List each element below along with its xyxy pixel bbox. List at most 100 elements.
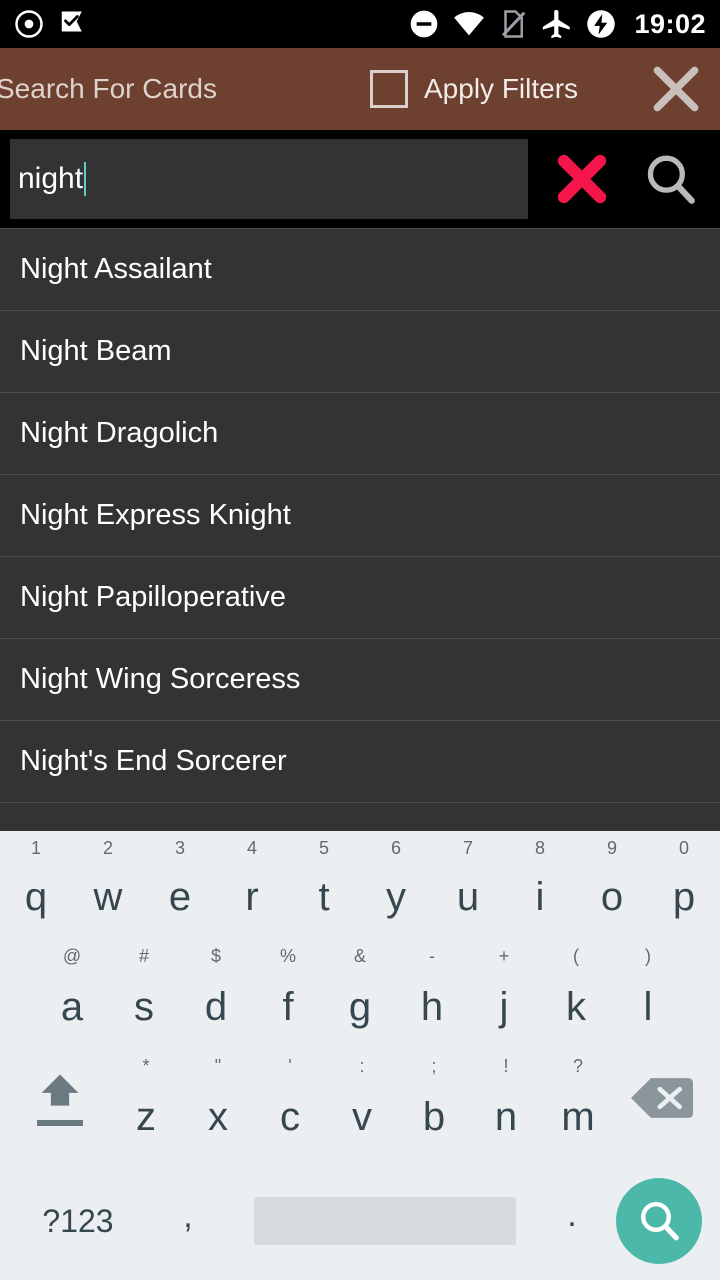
list-item[interactable]: [0, 803, 720, 831]
key-alt-label: &: [353, 946, 367, 966]
key-label: c: [280, 1095, 300, 1139]
key-c[interactable]: ' c: [254, 1049, 326, 1159]
search-icon: [640, 1201, 679, 1241]
search-suggestions-list[interactable]: Night Assailant Night Beam Night Dragoli…: [0, 228, 720, 831]
do-not-disturb-icon: [411, 10, 438, 38]
list-item[interactable]: Night's End Sorcerer: [0, 721, 720, 803]
keyboard-row-2: @ a # s $ d % f & g -h + j (k ) l: [0, 939, 720, 1049]
key-label: o: [600, 875, 624, 919]
key-label: u: [456, 875, 480, 919]
close-button[interactable]: [648, 61, 704, 117]
key-alt-label: 7: [462, 838, 474, 858]
key-alt-label: #: [138, 946, 150, 966]
symbols-key[interactable]: ?123: [18, 1203, 138, 1240]
key-l[interactable]: ) l: [612, 939, 684, 1049]
key-label: e: [168, 875, 192, 919]
key-label: f: [282, 985, 294, 1029]
search-input[interactable]: night: [10, 139, 528, 219]
key-alt-label: !: [503, 1056, 509, 1076]
search-icon: [647, 155, 695, 204]
key-alt-label: ': [288, 1056, 292, 1076]
key-label: k: [566, 985, 586, 1029]
key-t[interactable]: 5t: [288, 831, 360, 939]
key-f[interactable]: % f: [252, 939, 324, 1049]
clear-search-button[interactable]: [550, 147, 614, 211]
key-g[interactable]: & g: [324, 939, 396, 1049]
key-b[interactable]: ; b: [398, 1049, 470, 1159]
key-label: h: [420, 985, 444, 1029]
status-bar: 19:02: [0, 0, 720, 48]
key-alt-label: %: [279, 946, 297, 966]
key-label: j: [499, 985, 509, 1029]
key-m[interactable]: ? m: [542, 1049, 614, 1159]
key-p[interactable]: 0p: [648, 831, 720, 939]
wifi-icon: [454, 12, 485, 36]
key-i[interactable]: 8i: [504, 831, 576, 939]
key-alt-label: 8: [534, 838, 546, 858]
apply-filters-control[interactable]: Apply Filters: [370, 70, 578, 108]
apply-filters-checkbox[interactable]: [370, 70, 408, 108]
key-n[interactable]: ! n: [470, 1049, 542, 1159]
list-item-label: Night Assailant: [20, 253, 212, 285]
key-v[interactable]: :v: [326, 1049, 398, 1159]
list-item[interactable]: Night Papilloperative: [0, 557, 720, 639]
key-x[interactable]: " x: [182, 1049, 254, 1159]
keyboard-search-key[interactable]: [616, 1178, 702, 1264]
key-e[interactable]: 3e: [144, 831, 216, 939]
key-alt-label: 4: [246, 838, 258, 858]
key-alt-label: ;: [431, 1056, 437, 1076]
status-bar-clock: 19:02: [634, 8, 706, 39]
key-d[interactable]: $ d: [180, 939, 252, 1049]
key-label: a: [60, 985, 84, 1029]
key-a[interactable]: @ a: [36, 939, 108, 1049]
key-label: d: [204, 985, 228, 1029]
submit-search-button[interactable]: [638, 147, 702, 211]
list-item-label: Night's End Sorcerer: [20, 745, 287, 777]
comma-key[interactable]: ,: [138, 1197, 238, 1246]
close-icon: [653, 66, 699, 112]
page-title: Search For Cards: [0, 73, 217, 104]
key-w[interactable]: 2w: [72, 831, 144, 939]
key-alt-label: 2: [102, 838, 114, 858]
list-item[interactable]: Night Assailant: [0, 229, 720, 311]
key-o[interactable]: 9o: [576, 831, 648, 939]
status-bar-right-icons: 19:02: [408, 7, 706, 41]
shift-icon: [41, 1074, 79, 1106]
period-key[interactable]: .: [532, 1196, 612, 1247]
key-j[interactable]: + j: [468, 939, 540, 1049]
key-label: n: [494, 1095, 518, 1139]
list-item[interactable]: Night Express Knight: [0, 475, 720, 557]
space-key[interactable]: [254, 1197, 516, 1245]
key-alt-label: +: [498, 946, 510, 966]
clear-icon: [557, 154, 607, 204]
text-caret: [84, 162, 87, 196]
key-u[interactable]: 7u: [432, 831, 504, 939]
list-item[interactable]: Night Dragolich: [0, 393, 720, 475]
key-alt-label: 6: [390, 838, 402, 858]
key-r[interactable]: 4r: [216, 831, 288, 939]
key-label: b: [422, 1095, 446, 1139]
backspace-key[interactable]: [614, 1049, 710, 1159]
search-input-value: night: [18, 162, 84, 195]
key-label: m: [561, 1095, 595, 1139]
shift-underline: [37, 1119, 83, 1126]
key-alt-label: @: [62, 946, 82, 966]
list-item[interactable]: Night Beam: [0, 311, 720, 393]
status-bar-left-icons: [14, 9, 88, 39]
list-item[interactable]: Night Wing Sorceress: [0, 639, 720, 721]
key-alt-label: 9: [606, 838, 618, 858]
key-label: g: [348, 985, 372, 1029]
key-label: r: [245, 875, 259, 919]
key-y[interactable]: 6y: [360, 831, 432, 939]
on-screen-keyboard[interactable]: 1q 2w 3e 4r 5t 6y 7u 8i 9o 0p @ a # s $ d %…: [0, 831, 720, 1280]
key-h[interactable]: -h: [396, 939, 468, 1049]
record-circle-icon: [15, 10, 43, 38]
key-q[interactable]: 1q: [0, 831, 72, 939]
key-s[interactable]: # s: [108, 939, 180, 1049]
shift-key[interactable]: [10, 1049, 110, 1159]
key-alt-label: ?: [572, 1056, 584, 1076]
key-k[interactable]: (k: [540, 939, 612, 1049]
key-z[interactable]: * z: [110, 1049, 182, 1159]
key-alt-label: 5: [318, 838, 330, 858]
keyboard-row-1: 1q 2w 3e 4r 5t 6y 7u 8i 9o 0p: [0, 831, 720, 939]
